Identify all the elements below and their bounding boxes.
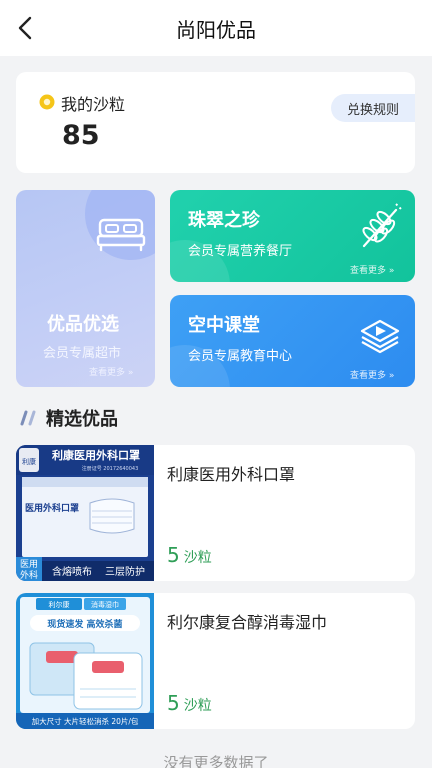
- tile-classroom-more-link[interactable]: 查看更多 »: [350, 368, 394, 381]
- exchange-rules-button[interactable]: 兑换规则: [331, 94, 415, 122]
- tile-restaurant[interactable]: 珠翠之珍 会员专属营养餐厅 查看更多 »: [170, 190, 415, 282]
- tile-mall-title: 优品优选: [47, 314, 119, 335]
- tile-restaurant-more-link[interactable]: 查看更多 »: [350, 263, 394, 276]
- product-card[interactable]: 利康 利康医用外科口罩 注册证号 20172640043 医用外科口罩 医用 外…: [16, 445, 415, 581]
- thumb-reg: 注册证号 20172640043: [82, 465, 139, 472]
- thumb-badge-line2: 外科: [20, 569, 38, 581]
- thumb-title: 利康医用外科口罩: [52, 448, 140, 462]
- price-unit: 沙粒: [183, 698, 212, 714]
- wheat-icon: [362, 203, 403, 248]
- tile-restaurant-title: 珠翠之珍: [188, 210, 260, 231]
- tile-classroom-title: 空中课堂: [188, 315, 260, 336]
- featured-section-header: 精选优品: [20, 406, 118, 430]
- price-unit: 沙粒: [183, 550, 212, 566]
- coin-icon: [39, 94, 55, 110]
- price-amount: 5: [167, 691, 180, 715]
- no-more-data-text: 没有更多数据了: [163, 754, 269, 768]
- points-card: 我的沙粒 85 兑换规则: [16, 72, 415, 173]
- video-course-icon: [360, 319, 400, 354]
- bed-icon: [96, 218, 146, 252]
- top-bar: 尚阳优品: [0, 0, 432, 56]
- thumb-brand: 利康: [22, 457, 36, 466]
- thumb-pack-title: 医用外科口罩: [25, 502, 79, 514]
- points-label: 我的沙粒: [61, 95, 126, 114]
- thumb-tag: 消毒湿巾: [91, 600, 119, 609]
- double-slash-icon: [20, 410, 36, 426]
- price-amount: 5: [167, 543, 180, 567]
- product-image-mask[interactable]: 利康 利康医用外科口罩 注册证号 20172640043 医用外科口罩 医用 外…: [16, 445, 154, 581]
- product-name[interactable]: 利尔康复合醇消毒湿巾: [167, 609, 327, 633]
- thumb-feature-2: 三层防护: [105, 565, 145, 578]
- points-balance: 85: [62, 120, 100, 151]
- section-title: 精选优品: [46, 409, 118, 430]
- tile-classroom[interactable]: 空中课堂 会员专属教育中心 查看更多 »: [170, 295, 415, 387]
- thumb-badge-line1: 医用: [20, 559, 38, 570]
- thumb-feature-1: 含熔喷布: [52, 565, 92, 578]
- product-card[interactable]: 利尔康 消毒湿巾 现货速发 高效杀菌 加大尺寸 大片轻松消杀 20片/包 利尔康…: [16, 593, 415, 729]
- tile-mall-subtitle: 会员专属超市: [43, 346, 122, 361]
- page-title: 尚阳优品: [176, 18, 256, 42]
- tile-classroom-subtitle: 会员专属教育中心: [188, 349, 293, 364]
- thumb-brand: 利尔康: [49, 600, 70, 609]
- tile-restaurant-subtitle: 会员专属营养餐厅: [188, 244, 293, 259]
- product-price: 5 沙粒: [167, 691, 212, 715]
- thumb-bottom-text: 加大尺寸 大片轻松消杀 20片/包: [32, 716, 139, 726]
- thumb-slogan: 现货速发 高效杀菌: [47, 618, 122, 630]
- product-name[interactable]: 利康医用外科口罩: [167, 461, 295, 485]
- product-image-wipes[interactable]: 利尔康 消毒湿巾 现货速发 高效杀菌 加大尺寸 大片轻松消杀 20片/包: [16, 593, 154, 729]
- product-price: 5 沙粒: [167, 543, 212, 567]
- tile-mall-more-link[interactable]: 查看更多 »: [89, 365, 133, 378]
- tile-mall[interactable]: 优品优选 会员专属超市 查看更多 »: [16, 190, 155, 387]
